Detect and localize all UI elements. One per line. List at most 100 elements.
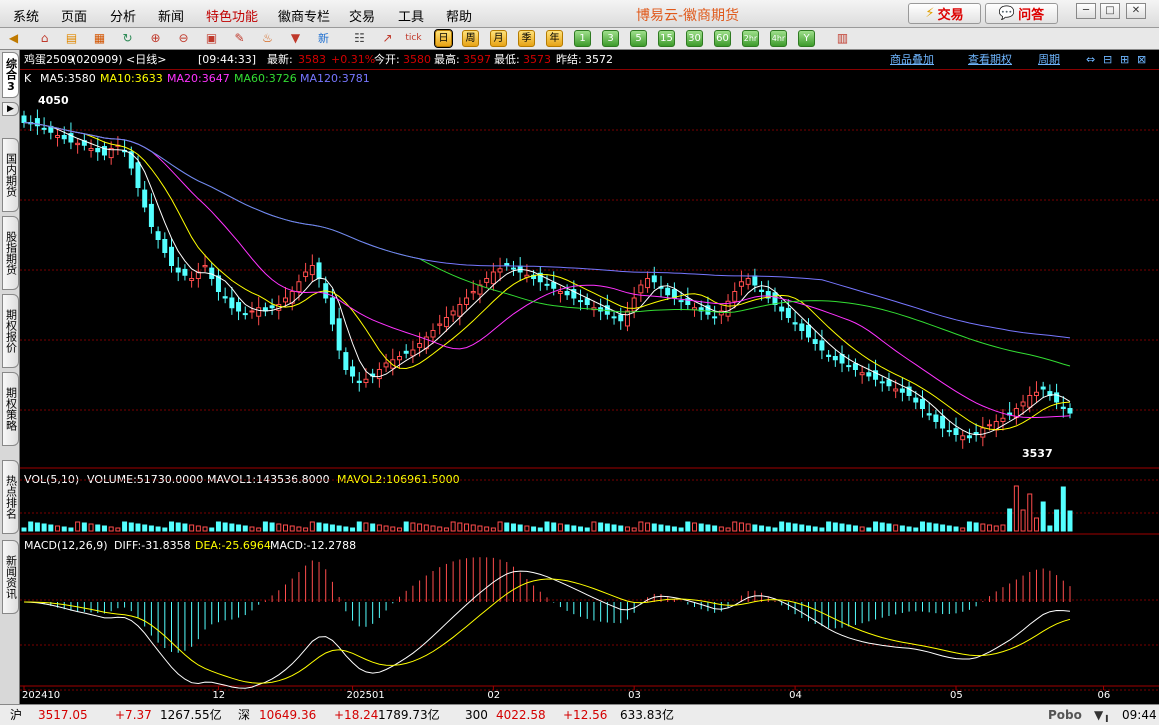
trend-icon[interactable]: ↗ <box>379 30 396 47</box>
candle-body <box>490 271 496 285</box>
kline-chart[interactable]: 4050353720241012202501020304050607 <box>20 50 1159 704</box>
indicator-icon[interactable]: ♨ <box>259 30 276 47</box>
menu-tools[interactable]: 工具 <box>398 6 424 25</box>
idx300-change: +12.56 <box>563 708 608 722</box>
idx300-value: 4022.58 <box>496 708 546 722</box>
qa-button[interactable]: 💬 问答 <box>985 3 1058 24</box>
candle-body <box>296 281 302 292</box>
volume-bar <box>128 522 134 532</box>
chart-area[interactable]: 鸡蛋2509 (020909) <日线> [09:44:33] 最新: 3583… <box>20 50 1159 704</box>
volume-bar <box>81 522 87 532</box>
volume-bar <box>658 524 664 532</box>
period-year[interactable]: 年 <box>546 30 563 47</box>
table-icon[interactable]: ☷ <box>351 30 368 47</box>
period-4hr[interactable]: 4hr <box>770 30 787 47</box>
filter-icon[interactable]: ▼ <box>287 30 304 47</box>
candle-body <box>1020 401 1026 407</box>
candle-body <box>779 306 785 312</box>
trade-button[interactable]: ⚡ 交易 <box>908 3 981 24</box>
volume-bar <box>34 522 40 532</box>
zoom-in-icon[interactable]: ⊕ <box>147 30 164 47</box>
period-custom[interactable]: Y <box>798 30 815 47</box>
volume-bar <box>215 521 221 532</box>
candle-body <box>886 379 892 387</box>
period-60min[interactable]: 60 <box>714 30 731 47</box>
candle-body <box>732 291 738 302</box>
tab-index-futures[interactable]: 股指期货 <box>2 216 19 290</box>
period-day[interactable]: 日 <box>434 29 453 48</box>
candle-body <box>182 268 188 276</box>
candle-body <box>343 352 349 371</box>
volume-bar <box>584 527 590 532</box>
tab-summary[interactable]: 综合3 <box>2 52 19 98</box>
period-2hr[interactable]: 2hr <box>742 30 759 47</box>
volume-bar <box>417 523 423 532</box>
volume-bar <box>819 527 825 532</box>
menu-system[interactable]: 系统 <box>13 6 39 25</box>
candle-body <box>1033 391 1039 396</box>
macd-dea-line <box>24 578 1071 684</box>
x-axis-label: 12 <box>212 690 225 701</box>
tab-hot-ranking[interactable]: 热点排名 <box>2 460 19 534</box>
period-5min[interactable]: 5 <box>630 30 647 47</box>
ma120-line <box>23 122 1071 339</box>
period-3min[interactable]: 3 <box>602 30 619 47</box>
tab-option-quotes[interactable]: 期权报价 <box>2 294 19 368</box>
volume-bar <box>457 522 463 532</box>
candle-body <box>557 291 563 294</box>
volume-bar <box>611 524 617 532</box>
tick-icon[interactable]: tick <box>405 30 422 47</box>
candle-body <box>88 148 94 151</box>
period-week[interactable]: 周 <box>462 30 479 47</box>
tab-option-strategy[interactable]: 期权策略 <box>2 372 19 446</box>
candle-body <box>1067 408 1073 414</box>
volume-bar <box>578 526 584 532</box>
volume-bar <box>571 525 577 532</box>
chart-window-icon[interactable]: ▦ <box>91 30 108 47</box>
volume-bar <box>618 525 624 532</box>
volume-bar <box>470 524 476 532</box>
tab-scroll-arrow[interactable]: ▶ <box>2 102 19 116</box>
layout-icon[interactable]: ▣ <box>203 30 220 47</box>
draw-pen-icon[interactable]: ✎ <box>231 30 248 47</box>
volume-bar <box>182 523 188 532</box>
maximize-button[interactable]: □ <box>1100 3 1120 19</box>
candle-body <box>772 292 778 306</box>
back-arrow-icon[interactable]: ◀ <box>5 30 22 47</box>
period-15min[interactable]: 15 <box>658 30 675 47</box>
home-icon[interactable]: ⌂ <box>36 30 53 47</box>
tab-domestic-futures[interactable]: 国内期货 <box>2 138 19 212</box>
volume-bar <box>624 526 630 532</box>
menu-special[interactable]: 特色功能 <box>206 6 258 25</box>
tab-news[interactable]: 新闻资讯 <box>2 540 19 614</box>
volume-bar <box>1067 510 1073 532</box>
menu-page[interactable]: 页面 <box>61 6 87 25</box>
zoom-out-icon[interactable]: ⊖ <box>175 30 192 47</box>
candle-body <box>410 349 416 357</box>
new-icon[interactable]: 新 <box>315 30 332 47</box>
menu-huishang-column[interactable]: 徽商专栏 <box>278 6 330 25</box>
menu-trade[interactable]: 交易 <box>349 6 375 25</box>
sh-label: 沪 <box>10 708 23 722</box>
high-price-label: 4050 <box>38 94 69 107</box>
period-quarter[interactable]: 季 <box>518 30 535 47</box>
period-1min[interactable]: 1 <box>574 30 591 47</box>
period-month[interactable]: 月 <box>490 30 507 47</box>
panel-icon[interactable]: ▥ <box>834 30 851 47</box>
volume-bar <box>940 524 946 532</box>
volume-bar <box>832 522 838 532</box>
volume-bar <box>504 522 510 532</box>
minimize-button[interactable]: ─ <box>1076 3 1096 19</box>
left-tab-bar: 综合3 ▶ 国内期货 股指期货 期权报价 期权策略 热点排名 新闻资讯 <box>0 50 20 704</box>
period-30min[interactable]: 30 <box>686 30 703 47</box>
refresh-icon[interactable]: ↻ <box>119 30 136 47</box>
menu-news[interactable]: 新闻 <box>158 6 184 25</box>
close-button[interactable]: ✕ <box>1126 3 1146 19</box>
volume-bar <box>933 523 939 532</box>
menu-analysis[interactable]: 分析 <box>110 6 136 25</box>
database-icon[interactable]: ▤ <box>63 30 80 47</box>
candle-body <box>665 287 671 296</box>
volume-bar <box>919 521 925 532</box>
volume-bar <box>437 526 443 532</box>
menu-help[interactable]: 帮助 <box>446 6 472 25</box>
